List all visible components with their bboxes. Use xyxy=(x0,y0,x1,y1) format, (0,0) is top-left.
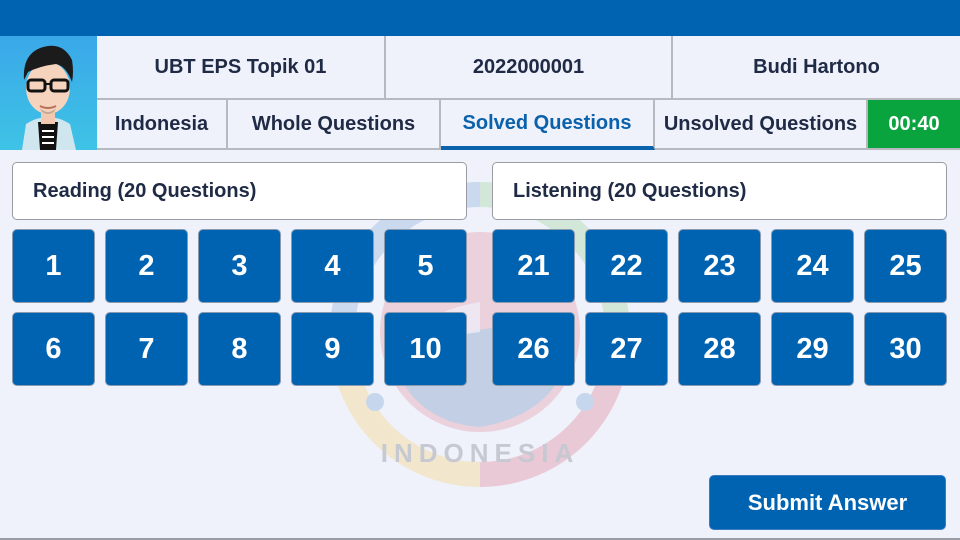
question-button-22[interactable]: 22 xyxy=(585,229,668,303)
tab-solved-questions[interactable]: Solved Questions xyxy=(441,100,655,150)
question-button-25[interactable]: 25 xyxy=(864,229,947,303)
listening-section-header: Listening (20 Questions) xyxy=(492,162,947,220)
watermark-text: INDONESIA xyxy=(381,438,579,468)
question-button-30[interactable]: 30 xyxy=(864,312,947,386)
question-button-9[interactable]: 9 xyxy=(291,312,374,386)
tab-unsolved-questions[interactable]: Unsolved Questions xyxy=(655,100,868,150)
exam-title: UBT EPS Topik 01 xyxy=(97,36,386,100)
question-button-5[interactable]: 5 xyxy=(384,229,467,303)
question-button-27[interactable]: 27 xyxy=(585,312,668,386)
question-button-3[interactable]: 3 xyxy=(198,229,281,303)
question-button-23[interactable]: 23 xyxy=(678,229,761,303)
submit-answer-button[interactable]: Submit Answer xyxy=(709,475,946,530)
top-bar xyxy=(0,0,960,36)
candidate-id: 2022000001 xyxy=(386,36,673,100)
question-button-6[interactable]: 6 xyxy=(12,312,95,386)
question-button-2[interactable]: 2 xyxy=(105,229,188,303)
avatar xyxy=(0,36,97,150)
question-button-1[interactable]: 1 xyxy=(12,229,95,303)
reading-section-header: Reading (20 Questions) xyxy=(12,162,467,220)
tab-whole-questions[interactable]: Whole Questions xyxy=(228,100,441,150)
question-button-21[interactable]: 21 xyxy=(492,229,575,303)
countdown-timer: 00:40 xyxy=(868,100,960,150)
tab-indonesia[interactable]: Indonesia xyxy=(97,100,228,150)
question-button-4[interactable]: 4 xyxy=(291,229,374,303)
candidate-name: Budi Hartono xyxy=(673,36,960,100)
question-button-8[interactable]: 8 xyxy=(198,312,281,386)
question-button-7[interactable]: 7 xyxy=(105,312,188,386)
question-button-26[interactable]: 26 xyxy=(492,312,575,386)
question-button-28[interactable]: 28 xyxy=(678,312,761,386)
question-button-10[interactable]: 10 xyxy=(384,312,467,386)
user-avatar-icon xyxy=(22,45,76,150)
question-button-24[interactable]: 24 xyxy=(771,229,854,303)
question-button-29[interactable]: 29 xyxy=(771,312,854,386)
